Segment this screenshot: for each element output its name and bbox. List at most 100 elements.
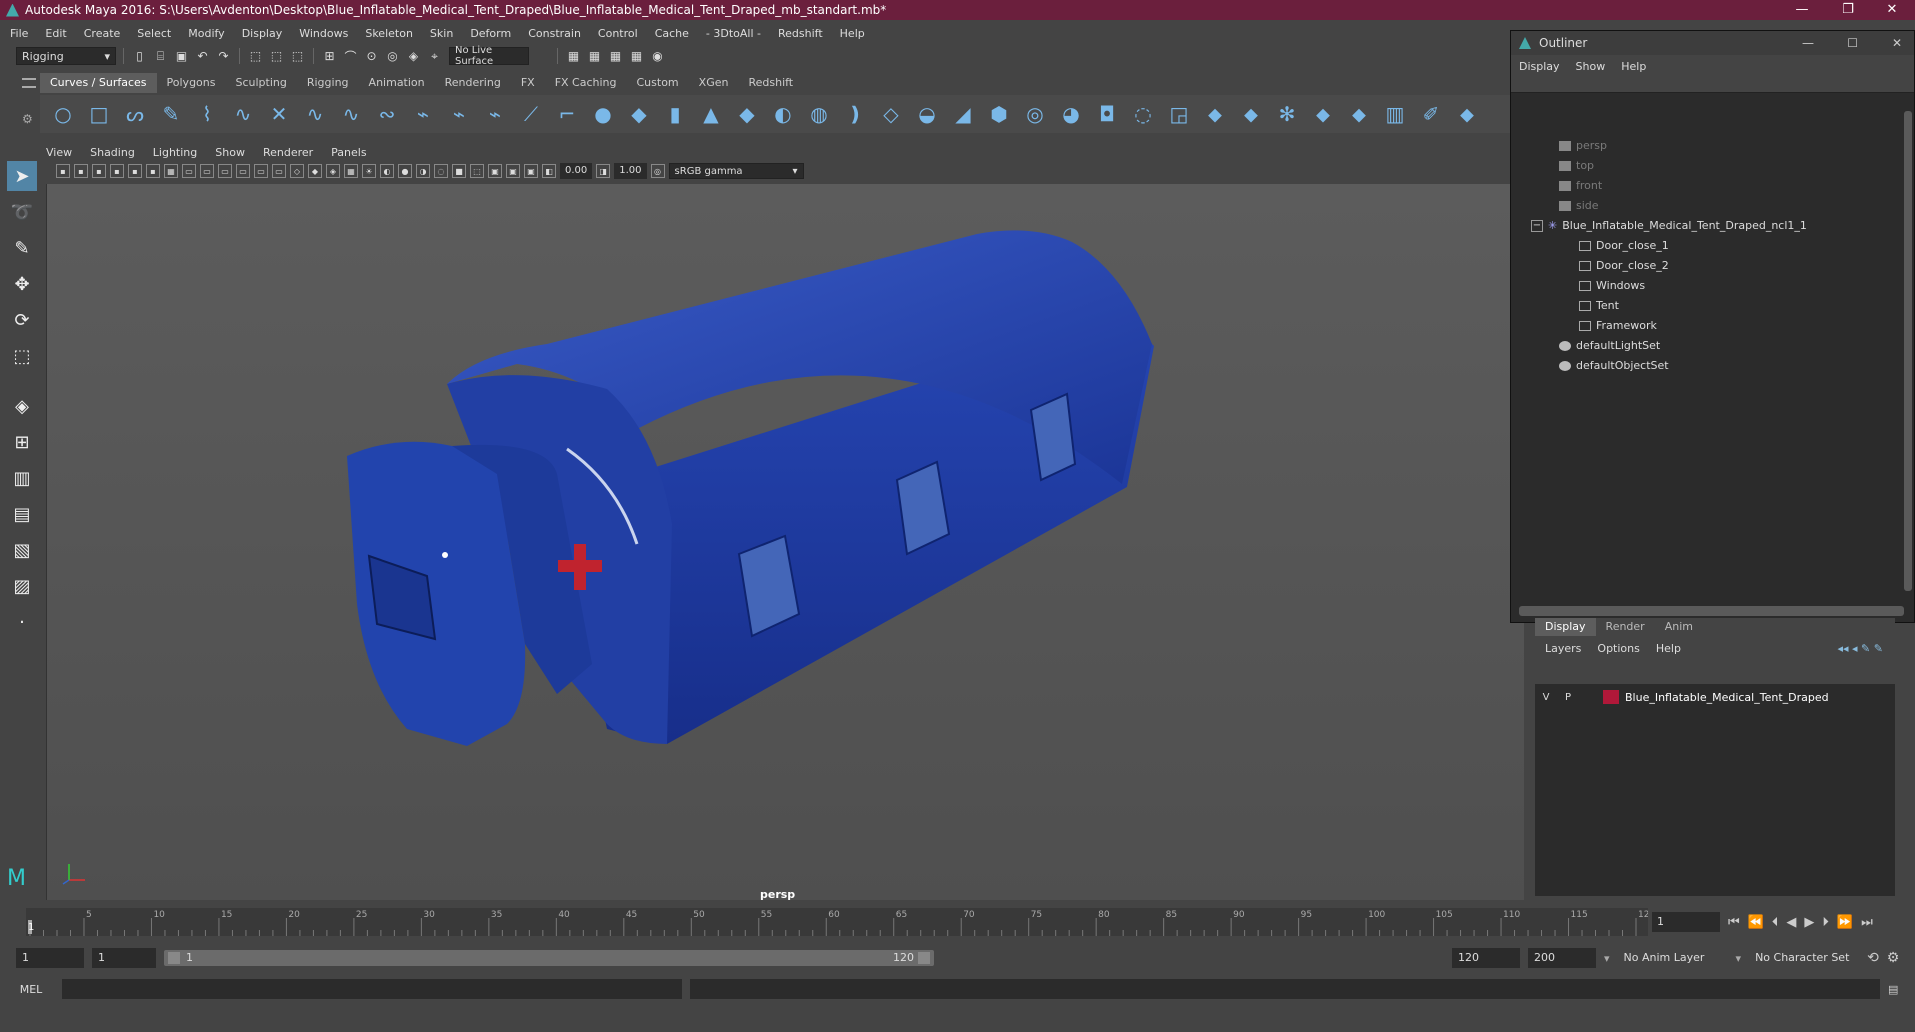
open-close-icon[interactable]: ⬥ (1344, 99, 1374, 129)
go-to-end-icon[interactable]: ⏭ (1861, 915, 1873, 930)
open-scene-icon[interactable]: ⌸ (152, 48, 169, 65)
tab-custom[interactable]: Custom (627, 73, 689, 93)
range-start-handle[interactable] (168, 952, 180, 964)
minimize-button[interactable]: — (1784, 0, 1820, 20)
script-editor-icon[interactable]: ▤ (1888, 983, 1898, 996)
gamma-field[interactable]: 1.00 (614, 163, 647, 179)
render-settings-icon[interactable]: ▦ (628, 48, 645, 65)
menu-skeleton[interactable]: Skeleton (365, 27, 413, 40)
command-input[interactable] (62, 979, 682, 999)
nurbs-circle-icon[interactable]: ○ (48, 99, 78, 129)
isolate-select-icon[interactable]: ⬚ (470, 164, 484, 178)
detach-curves-icon[interactable]: ∿ (300, 99, 330, 129)
tab-fx-caching[interactable]: FX Caching (545, 73, 627, 93)
step-back-frame-icon[interactable]: ⏴ (1772, 915, 1779, 930)
layer-playback-toggle[interactable]: P (1557, 692, 1579, 703)
more-layouts-icon[interactable]: · (7, 607, 37, 637)
planar-icon[interactable]: ◇ (876, 99, 906, 129)
color-space-dropdown[interactable]: sRGB gamma ▾ (668, 163, 804, 179)
save-scene-icon[interactable]: ▣ (173, 48, 190, 65)
list-item[interactable]: defaultObjectSet (1559, 357, 1669, 375)
menu-modify[interactable]: Modify (188, 27, 224, 40)
surface-edit-icon[interactable]: ⬥ (1452, 99, 1482, 129)
list-item[interactable]: Door_close_1 (1579, 237, 1669, 255)
scale-tool-icon[interactable]: ⬚ (7, 341, 37, 371)
bevel-plus-icon[interactable]: ◕ (1056, 99, 1086, 129)
viewport-menu-view[interactable]: View (46, 146, 72, 159)
shelf-settings-icon[interactable]: ⚙ (22, 112, 33, 126)
outliner-menu-show[interactable]: Show (1576, 60, 1606, 73)
nurbs-plane-icon[interactable]: ◆ (732, 99, 762, 129)
perspective-viewport[interactable]: M (7, 184, 1524, 900)
outliner-menu-display[interactable]: Display (1519, 60, 1560, 73)
motion-blur-icon[interactable]: ◑ (416, 164, 430, 178)
use-all-lights-icon[interactable]: ☀ (362, 164, 376, 178)
viewport-menu-lighting[interactable]: Lighting (153, 146, 197, 159)
paint-select-icon[interactable]: ✎ (7, 233, 37, 263)
layer-color-swatch[interactable] (1603, 690, 1619, 704)
wireframe-icon[interactable]: ◇ (290, 164, 304, 178)
range-slider[interactable]: 1 120 (164, 950, 934, 966)
snap-view-icon[interactable]: ◎ (384, 48, 401, 65)
menu-constrain[interactable]: Constrain (528, 27, 581, 40)
exposure-icon[interactable]: ◧ (542, 164, 556, 178)
single-perspective-layout-icon[interactable]: ◈ (7, 391, 37, 421)
xray-joints-icon[interactable]: ▣ (506, 164, 520, 178)
snap-curve-icon[interactable]: ⌒ (342, 48, 359, 65)
boundary-icon[interactable]: ⬢ (984, 99, 1014, 129)
menu-3dtoall[interactable]: - 3DtoAll - (706, 27, 761, 40)
exposure-field[interactable]: 0.00 (560, 163, 593, 179)
ipr-render-icon[interactable]: ▦ (607, 48, 624, 65)
menu-cache[interactable]: Cache (655, 27, 689, 40)
time-slider[interactable]: 5 10 15 20 25 30 35 40 45 50 55 60 65 70 75 80 85 90 95 100… (26, 908, 1648, 936)
screen-space-ao-icon[interactable]: ● (398, 164, 412, 178)
list-item[interactable]: Door_close_2 (1579, 257, 1669, 275)
tab-xgen[interactable]: XGen (689, 73, 739, 93)
outliner-persp-layout-icon[interactable]: ▨ (7, 571, 37, 601)
cv-curve-icon[interactable]: ᔕ (120, 99, 150, 129)
shelf-menu-icon[interactable] (22, 78, 36, 88)
menu-create[interactable]: Create (84, 27, 121, 40)
extend-curve-icon[interactable]: ∾ (372, 99, 402, 129)
bezier-curve-icon[interactable]: ∿ (228, 99, 258, 129)
step-forward-frame-icon[interactable]: ⏵ (1822, 915, 1829, 930)
gamma-icon[interactable]: ◨ (596, 164, 611, 178)
persp-outliner-layout-icon[interactable]: ▧ (7, 535, 37, 565)
depth-of-field-icon[interactable]: ■ (452, 164, 466, 178)
scene-end-field[interactable]: 200 (1528, 948, 1596, 968)
textured-icon[interactable]: ▦ (344, 164, 358, 178)
side-by-side-layout-icon[interactable]: ▥ (7, 463, 37, 493)
gate-mask-icon[interactable]: ▭ (218, 164, 232, 178)
pencil-curve-icon[interactable]: ✎ (156, 99, 186, 129)
list-item[interactable]: Framework (1579, 317, 1657, 335)
select-object-icon[interactable]: ⬚ (268, 48, 285, 65)
nurbs-sphere-icon[interactable]: ● (588, 99, 618, 129)
snap-grid-icon[interactable]: ⊞ (321, 48, 338, 65)
restore-button[interactable]: ❐ (1830, 0, 1866, 20)
align-surfaces-icon[interactable]: ⬥ (1308, 99, 1338, 129)
viewport-menu-panels[interactable]: Panels (331, 146, 366, 159)
menu-help[interactable]: Help (840, 27, 865, 40)
grid-icon[interactable]: ▦ (164, 164, 178, 178)
insert-knot-icon[interactable]: ∿ (336, 99, 366, 129)
playback-start-field[interactable]: 1 (92, 948, 156, 968)
ep-curve-icon[interactable]: ⌇ (192, 99, 222, 129)
camera-attributes-icon[interactable]: ▪ (74, 164, 88, 178)
birail-icon[interactable]: ◢ (948, 99, 978, 129)
menu-select[interactable]: Select (137, 27, 171, 40)
trim-tool-icon[interactable]: ◲ (1164, 99, 1194, 129)
character-set-dropdown[interactable]: No Character Set (1749, 948, 1860, 968)
shadows-icon[interactable]: ◐ (380, 164, 394, 178)
outliner-vertical-scrollbar[interactable] (1904, 111, 1912, 591)
playback-preferences-icon[interactable]: ⚙ (1887, 950, 1900, 966)
menu-file[interactable]: File (10, 27, 28, 40)
render-frame-icon[interactable]: ▦ (586, 48, 603, 65)
outliner-minimize-button[interactable]: — (1802, 36, 1814, 50)
menu-display[interactable]: Display (242, 27, 283, 40)
range-end-handle[interactable] (918, 952, 930, 964)
menu-control[interactable]: Control (598, 27, 638, 40)
camera-select-icon[interactable]: ▪ (56, 164, 70, 178)
attach-curves-icon[interactable]: ✕ (264, 99, 294, 129)
go-to-start-icon[interactable]: ⏮ (1728, 915, 1740, 930)
outliner-horizontal-scrollbar[interactable] (1519, 606, 1904, 616)
